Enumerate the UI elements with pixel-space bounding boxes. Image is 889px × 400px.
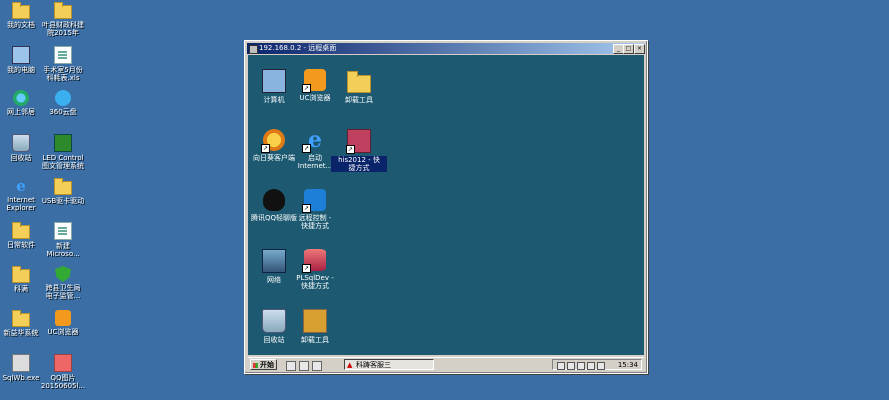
desktop-icon-health-supervision[interactable]: 跨县卫生局 电子监管... xyxy=(40,266,86,300)
tray-volume-icon[interactable] xyxy=(567,362,575,370)
network-icon xyxy=(262,249,286,273)
explorer-icon[interactable] xyxy=(299,361,309,371)
computer-icon xyxy=(12,46,30,64)
desktop-icon-label: 新益华系统 xyxy=(3,329,39,337)
desktop-icon-label: 叶县财政科建 院2015年 xyxy=(42,21,84,37)
folder-icon xyxy=(54,178,72,195)
remote-icon-label: 卸载工具 xyxy=(301,336,329,344)
desktop-icon-uc-browser[interactable]: UC浏览器 xyxy=(40,310,86,336)
remote-icon-label: 卸载工具 xyxy=(345,96,373,104)
remote-icon-uninstall-archive[interactable]: 卸载工具 xyxy=(287,309,343,344)
network-icon xyxy=(13,90,29,106)
led-control-icon xyxy=(54,134,72,152)
desktop-icon-label: LED Control 图文管理系统 xyxy=(42,154,84,170)
tray-network-icon[interactable] xyxy=(557,362,565,370)
remote-icon-label: 远程控制 - 快捷方式 xyxy=(298,214,332,230)
remote-icon-label: his2012 - 快 捷方式 xyxy=(331,156,387,172)
folder-icon xyxy=(347,71,371,93)
desktop-icon-label: 科满 xyxy=(14,285,28,293)
exe-icon xyxy=(12,354,30,372)
cloud-icon xyxy=(55,90,71,106)
folder-icon xyxy=(12,222,30,239)
documents-folder-icon xyxy=(12,2,30,19)
plsql-icon xyxy=(302,249,326,273)
desktop-icon-label: 我的文档 xyxy=(7,21,35,29)
tray-input-icon[interactable] xyxy=(597,362,605,370)
desktop-icon-label: QQ图片 20150605l... xyxy=(40,374,86,390)
desktop-icon-my-documents[interactable]: 我的文档 xyxy=(0,2,44,29)
close-button[interactable]: × xyxy=(634,44,645,54)
shield-icon xyxy=(55,266,71,282)
remote-icon-teamviewer[interactable]: 远程控制 - 快捷方式 xyxy=(287,189,343,230)
desktop-icon-my-computer[interactable]: 我的电脑 xyxy=(0,46,44,74)
remote-desktop-window[interactable]: 192.168.0.2 - 远程桌面 _ □ × 计算机 UC浏览器 卸载工具 … xyxy=(244,40,648,374)
word-file-icon xyxy=(54,222,72,240)
desktop-icon-led-control[interactable]: LED Control 图文管理系统 xyxy=(40,134,86,170)
desktop-icon-label: 手术室5月份 科耗表.xls xyxy=(43,66,83,82)
system-tray: 15:34 xyxy=(552,359,642,370)
remote-taskbar: 开始 科踌客服三 15:34 xyxy=(248,357,644,372)
ie-icon: e xyxy=(302,129,326,153)
clock[interactable]: 15:34 xyxy=(618,361,638,369)
desktop-icon-daily-software[interactable]: 日常软件 xyxy=(0,222,44,249)
maximize-button[interactable]: □ xyxy=(623,44,634,54)
tray-app-icon[interactable] xyxy=(587,362,595,370)
desktop-icon-label: 360云盘 xyxy=(49,108,77,116)
desktop-icon-usb-driver[interactable]: USB驱卡驱动 xyxy=(40,178,86,205)
uc-browser-icon xyxy=(302,69,326,93)
his-icon xyxy=(346,129,371,154)
desktop-icon-label: Internet Explorer xyxy=(6,196,36,212)
teamviewer-icon xyxy=(302,189,326,213)
desktop-icon-label: 跨县卫生局 电子监管... xyxy=(45,284,81,300)
folder-icon xyxy=(12,310,30,327)
desktop-icon-label: 网上邻居 xyxy=(7,108,35,116)
image-file-icon xyxy=(54,354,72,372)
desktop-icon-yexian-folder[interactable]: 叶县财政科建 院2015年 xyxy=(40,2,86,37)
folder-icon xyxy=(12,266,30,283)
desktop-icon-network[interactable]: 网上邻居 xyxy=(0,90,44,116)
desktop-icon-internet-explorer[interactable]: e Internet Explorer xyxy=(0,178,44,212)
ie-icon: e xyxy=(16,177,26,195)
excel-file-icon xyxy=(54,46,72,64)
uc-browser-icon xyxy=(55,310,71,326)
desktop-icon-recycle-bin[interactable]: 回收站 xyxy=(0,134,44,162)
desktop-icon-sqlwb[interactable]: SqlWb.exe xyxy=(0,354,44,382)
start-button[interactable]: 开始 xyxy=(250,359,277,370)
sunflower-icon xyxy=(261,129,285,153)
tray-security-icon[interactable] xyxy=(577,362,585,370)
qq-icon xyxy=(263,189,285,211)
remote-icon-label: PLSqlDev - 快捷方式 xyxy=(296,274,334,290)
desktop-icon-label: UC浏览器 xyxy=(47,328,79,336)
recycle-bin-icon xyxy=(262,309,286,333)
recycle-bin-icon xyxy=(12,134,30,152)
ie-quicklaunch-icon[interactable] xyxy=(312,361,322,371)
desktop-icon-xinyihua-system[interactable]: 新益华系统 xyxy=(0,310,44,337)
remote-icon-plsqldev[interactable]: PLSqlDev - 快捷方式 xyxy=(287,249,343,290)
taskbar-task-kechou[interactable]: 科踌客服三 xyxy=(344,359,434,370)
desktop-icon-label: 新建 Microso... xyxy=(46,242,80,258)
desktop-icon-new-word-doc[interactable]: 新建 Microso... xyxy=(40,222,86,258)
remote-icon-his2012[interactable]: his2012 - 快 捷方式 xyxy=(331,129,387,172)
desktop-icon-label: 我的电脑 xyxy=(7,66,35,74)
desktop-icon-label: 日常软件 xyxy=(7,241,35,249)
remote-desktop-icon xyxy=(249,45,258,54)
desktop-icon-label: 回收站 xyxy=(10,154,32,162)
window-title: 192.168.0.2 - 远程桌面 xyxy=(259,44,337,52)
desktop-icon-label: USB驱卡驱动 xyxy=(41,197,85,205)
desktop-icon-keman[interactable]: 科满 xyxy=(0,266,44,293)
desktop-icon-qq-image[interactable]: QQ图片 20150605l... xyxy=(40,354,86,390)
remote-icon-uninstall-tools[interactable]: 卸载工具 xyxy=(331,69,387,104)
archive-icon xyxy=(303,309,327,333)
window-titlebar[interactable]: 192.168.0.2 - 远程桌面 _ □ × xyxy=(247,43,645,54)
remote-desktop-screen[interactable]: 计算机 UC浏览器 卸载工具 向日葵客户端 e 启动 Internet... h… xyxy=(248,55,644,355)
desktop-icon-excel-file[interactable]: 手术室5月份 科耗表.xls xyxy=(40,46,86,82)
desktop-icon-label: SqlWb.exe xyxy=(2,374,40,382)
desktop-icon-360-cloud[interactable]: 360云盘 xyxy=(40,90,86,116)
computer-icon xyxy=(262,69,286,93)
folder-icon xyxy=(54,2,72,19)
show-desktop-icon[interactable] xyxy=(286,361,296,371)
